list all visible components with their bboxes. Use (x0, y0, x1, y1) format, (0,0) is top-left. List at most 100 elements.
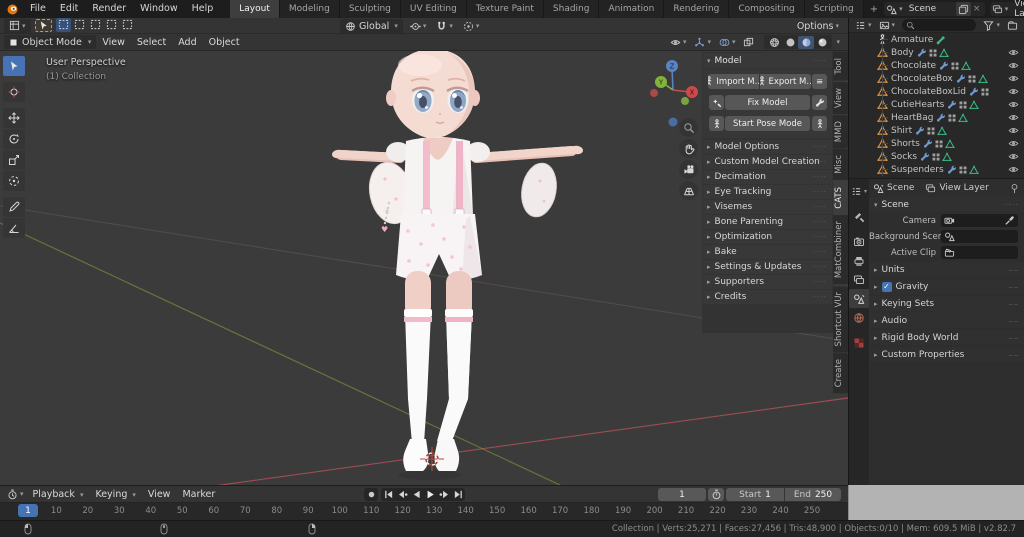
start-pose-mode-button[interactable]: Start Pose Mode (725, 116, 810, 131)
select-mode-button-0[interactable] (55, 18, 71, 32)
scene-panel-header[interactable]: ▾ Scene ···· (869, 197, 1024, 212)
cats-section-credits[interactable]: ▸ Credits ···· (703, 290, 832, 304)
hide-in-viewport-toggle[interactable] (1008, 112, 1019, 123)
outliner-item-suspenders[interactable]: Suspenders (849, 163, 1024, 176)
sidebar-tab-shortcut-vur[interactable]: Shortcut VUr (833, 285, 848, 353)
active-tool-indicator[interactable] (34, 19, 52, 32)
outliner-display-mode-dropdown[interactable]: ▾ (852, 18, 875, 32)
properties-tab-view-layer[interactable] (849, 270, 869, 289)
cats-section-decimation[interactable]: ▸ Decimation ···· (703, 170, 832, 184)
cats-section-bake[interactable]: ▸ Bake ···· (703, 245, 832, 259)
jump-to-end-button[interactable] (451, 488, 465, 501)
hide-in-viewport-toggle[interactable] (1008, 86, 1019, 97)
menu-help[interactable]: Help (185, 3, 221, 14)
menu-render[interactable]: Render (85, 3, 133, 14)
tool-rotate-button[interactable] (3, 129, 25, 149)
hide-in-viewport-toggle[interactable] (1008, 60, 1019, 71)
workspace-tab-layout[interactable]: Layout (230, 0, 280, 18)
import-menu-button[interactable]: ≡ (812, 74, 827, 89)
ortho-toggle-button[interactable] (679, 181, 698, 200)
jump-to-start-button[interactable] (381, 488, 395, 501)
pin-icon[interactable] (1009, 183, 1020, 194)
zoom-button[interactable] (679, 118, 698, 137)
frame-end-field[interactable]: End 250 (785, 488, 841, 501)
tool-cursor-button[interactable] (3, 82, 25, 102)
breadcrumb-scene[interactable]: Scene (887, 183, 914, 193)
breadcrumb-view-layer[interactable]: View Layer (939, 183, 988, 193)
panel-custom-properties[interactable]: ▸ Custom Properties –– (869, 347, 1024, 362)
select-mode-button-1[interactable] (72, 18, 87, 32)
pose-mode-alt-button[interactable] (812, 116, 827, 131)
outliner-filter-dropdown[interactable]: ▾ (980, 18, 1003, 32)
pan-button[interactable] (679, 139, 698, 158)
outliner-item-chocolate[interactable]: Chocolate (849, 59, 1024, 72)
current-frame-field[interactable]: 1 (658, 488, 706, 501)
shading-wireframe-button[interactable] (766, 36, 782, 49)
tool-measure-button[interactable] (3, 218, 25, 238)
menu-file[interactable]: File (23, 3, 53, 14)
properties-tab-tool[interactable] (849, 207, 869, 226)
viewport-menu-object[interactable]: Object (203, 37, 246, 48)
export-model-button[interactable]: Export M... (760, 74, 811, 89)
snap-toggle[interactable]: ▾ (433, 19, 456, 33)
mode-dropdown[interactable]: Object Mode ▾ (4, 35, 97, 49)
viewport-menu-view[interactable]: View (96, 37, 131, 48)
outliner-item-shirt[interactable]: Shirt (849, 124, 1024, 137)
view-layer-selector[interactable]: ▾ View Layer × (989, 0, 1024, 19)
camera-input[interactable] (941, 214, 1018, 227)
options-dropdown[interactable]: Options ▾ (794, 19, 842, 33)
panel-keying-sets[interactable]: ▸ Keying Sets –– (869, 296, 1024, 311)
cats-section-eye-tracking[interactable]: ▸ Eye Tracking ···· (703, 185, 832, 199)
tool-transform-button[interactable] (3, 171, 25, 191)
scene-selector[interactable]: ▾ Scene × (884, 2, 985, 16)
cats-section-visemes[interactable]: ▸ Visemes ···· (703, 200, 832, 214)
workspace-tab-modeling[interactable]: Modeling (279, 0, 340, 18)
sidebar-tab-tool[interactable]: Tool (833, 52, 848, 81)
select-mode-button-2[interactable] (88, 18, 103, 32)
play-button[interactable] (423, 488, 437, 501)
sidebar-tab-create[interactable]: Create (833, 353, 848, 394)
select-mode-button-4[interactable] (120, 18, 135, 32)
outliner-filter-id-dropdown[interactable]: ▾ (876, 18, 899, 32)
viewport-menu-add[interactable]: Add (172, 37, 202, 48)
gizmos-toggle[interactable]: ▾ (691, 35, 714, 49)
panel-gravity[interactable]: ▸ ✓ Gravity –– (869, 279, 1024, 294)
hide-in-viewport-toggle[interactable] (1008, 151, 1019, 162)
outliner-item-chocolateboxlid[interactable]: ChocolateBoxLid (849, 85, 1024, 98)
workspace-tab-sculpting[interactable]: Sculpting (339, 0, 401, 18)
fix-model-button[interactable]: Fix Model (725, 95, 810, 110)
blender-logo-icon[interactable] (6, 3, 19, 16)
proportional-edit-toggle[interactable]: ▾ (460, 19, 483, 33)
hide-in-viewport-toggle[interactable] (1008, 73, 1019, 84)
timeline-menu-keying[interactable]: Keying ▾ (89, 489, 141, 500)
select-mode-button-3[interactable] (104, 18, 119, 32)
play-reverse-button[interactable] (409, 488, 423, 501)
cats-section-supporters[interactable]: ▸ Supporters ···· (703, 275, 832, 289)
background-scene-input[interactable] (941, 230, 1018, 243)
workspace-tab-scripting[interactable]: Scripting (804, 0, 864, 18)
import-model-button[interactable]: Import M... (708, 74, 759, 89)
fix-model-settings-button[interactable] (812, 95, 827, 110)
timeline-menu-marker[interactable]: Marker (176, 489, 221, 500)
frame-start-field[interactable]: Start 1 (726, 488, 784, 501)
cats-section-settings-updates[interactable]: ▸ Settings & Updates ···· (703, 260, 832, 274)
cats-section-optimization[interactable]: ▸ Optimization ···· (703, 230, 832, 244)
timeline-menu-view[interactable]: View (142, 489, 177, 500)
hide-in-viewport-toggle[interactable] (1008, 138, 1019, 149)
menu-window[interactable]: Window (133, 3, 184, 14)
tool-annotate-button[interactable] (3, 197, 25, 217)
editor-type-button[interactable]: ▾ (4, 18, 31, 33)
panel-audio[interactable]: ▸ Audio –– (869, 313, 1024, 328)
viewport-menu-select[interactable]: Select (131, 37, 172, 48)
shading-material-preview-button[interactable] (798, 35, 815, 49)
gizmo-y-neg[interactable] (681, 97, 689, 105)
previous-keyframe-button[interactable] (395, 488, 409, 501)
timeline-ruler[interactable]: 1 10 20 30 40 50 60 70 80 90 100 110 120 130 140 150 16… (0, 503, 848, 520)
overlays-toggle[interactable]: ▾ (716, 35, 739, 49)
outliner-item-chocolatebox[interactable]: ChocolateBox (849, 72, 1024, 85)
add-workspace-button[interactable]: + (864, 4, 884, 15)
cats-section-model-options[interactable]: ▸ Model Options ···· (703, 140, 832, 154)
shading-solid-button[interactable] (782, 36, 798, 49)
cats-section-custom-model-creation[interactable]: ▸ Custom Model Creation ···· (703, 155, 832, 169)
hide-in-viewport-toggle[interactable] (1008, 164, 1019, 175)
